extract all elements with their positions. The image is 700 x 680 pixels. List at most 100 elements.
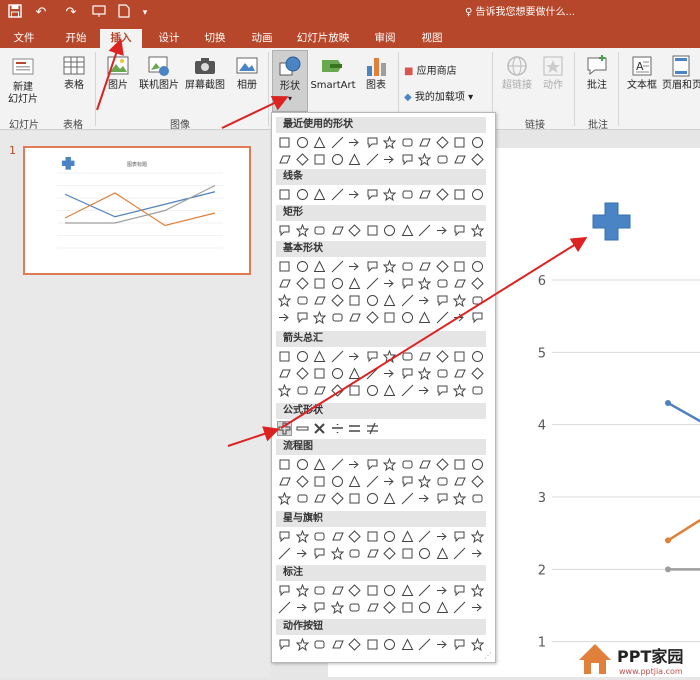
- shape-option[interactable]: [471, 350, 484, 363]
- tab-7[interactable]: 审阅: [366, 29, 404, 48]
- shape-option[interactable]: [295, 367, 309, 380]
- shape-option[interactable]: [278, 530, 291, 543]
- shape-option[interactable]: [295, 277, 309, 290]
- shape-option[interactable]: [366, 492, 379, 505]
- shape-option[interactable]: [296, 601, 309, 614]
- shape-option[interactable]: [296, 384, 309, 397]
- tab-3[interactable]: 设计: [150, 29, 188, 48]
- present-icon[interactable]: [90, 4, 108, 22]
- comment-button[interactable]: 批注: [582, 54, 612, 92]
- shape-option[interactable]: [436, 601, 449, 614]
- shapes-button[interactable]: 形状 ▾: [272, 50, 308, 112]
- shape-option[interactable]: [366, 188, 379, 201]
- shape-option[interactable]: [435, 136, 449, 149]
- shape-option[interactable]: [436, 224, 449, 237]
- shape-option[interactable]: [331, 367, 344, 380]
- shape-option[interactable]: [453, 350, 466, 363]
- shape-option[interactable]: [401, 601, 414, 614]
- shape-option[interactable]: [401, 638, 414, 651]
- shape-option[interactable]: [313, 350, 326, 363]
- series-line-0[interactable]: [667, 389, 700, 534]
- shape-option[interactable]: [436, 384, 449, 397]
- plus-shape-option[interactable]: [277, 421, 292, 436]
- shape-option[interactable]: [278, 260, 291, 273]
- shape-option[interactable]: [418, 136, 431, 149]
- equation-shape[interactable]: [348, 422, 361, 435]
- series-2-point-0[interactable]: [665, 566, 671, 573]
- tab-8[interactable]: 视图: [413, 29, 451, 48]
- shape-option[interactable]: [348, 601, 361, 614]
- shape-option[interactable]: [348, 153, 361, 166]
- shape-option[interactable]: [453, 547, 466, 560]
- customize-icon[interactable]: ▾: [136, 4, 154, 22]
- shape-option[interactable]: [383, 638, 396, 651]
- shape-option[interactable]: [401, 260, 414, 273]
- shape-option[interactable]: [453, 294, 466, 307]
- shape-option[interactable]: [313, 384, 326, 397]
- shape-option[interactable]: [348, 188, 361, 201]
- shape-option[interactable]: [278, 350, 291, 363]
- shape-option[interactable]: [348, 547, 361, 560]
- picture-button[interactable]: 图片: [104, 54, 132, 92]
- shape-option[interactable]: [331, 311, 344, 324]
- save-icon[interactable]: [6, 4, 24, 22]
- shape-option[interactable]: [383, 458, 396, 471]
- shape-option[interactable]: [453, 475, 466, 488]
- shape-option[interactable]: [453, 136, 466, 149]
- shape-option[interactable]: [436, 294, 449, 307]
- header-footer-button[interactable]: 页眉和页: [662, 54, 700, 92]
- shape-option[interactable]: [418, 475, 431, 488]
- shape-option[interactable]: [401, 136, 414, 149]
- shape-option[interactable]: [331, 530, 344, 543]
- shape-option[interactable]: [383, 350, 396, 363]
- redo-icon[interactable]: ↷: [62, 4, 80, 22]
- shape-option[interactable]: [330, 547, 344, 560]
- shape-option[interactable]: [471, 458, 484, 471]
- shape-option[interactable]: [366, 530, 379, 543]
- shape-option[interactable]: [436, 475, 449, 488]
- shape-option[interactable]: [348, 384, 361, 397]
- shape-option[interactable]: [383, 224, 396, 237]
- shape-option[interactable]: [436, 153, 449, 166]
- shape-option[interactable]: [278, 311, 291, 324]
- shape-option[interactable]: [435, 350, 449, 363]
- shape-option[interactable]: [453, 367, 466, 380]
- shape-option[interactable]: [453, 584, 466, 597]
- tab-5[interactable]: 动画: [243, 29, 281, 48]
- shape-option[interactable]: [453, 601, 466, 614]
- series-line-1[interactable]: [667, 396, 700, 584]
- shape-option[interactable]: [296, 547, 309, 560]
- shape-option[interactable]: [366, 153, 379, 166]
- tab-4[interactable]: 切换: [196, 29, 234, 48]
- shape-option[interactable]: [436, 367, 449, 380]
- shape-option[interactable]: [365, 311, 379, 324]
- shape-option[interactable]: [401, 547, 414, 560]
- shape-option[interactable]: [278, 638, 291, 651]
- shape-option[interactable]: [453, 153, 466, 166]
- slide-thumbnail[interactable]: 图表标题: [23, 146, 251, 275]
- shape-option[interactable]: [453, 277, 466, 290]
- shape-option[interactable]: [278, 136, 291, 149]
- shape-option[interactable]: [418, 260, 431, 273]
- shape-option[interactable]: [366, 547, 379, 560]
- shape-option[interactable]: [471, 260, 484, 273]
- shape-option[interactable]: [296, 350, 309, 363]
- shape-option[interactable]: [366, 224, 379, 237]
- tab-0[interactable]: 文件: [6, 29, 42, 48]
- shape-option[interactable]: [331, 224, 344, 237]
- store-button[interactable]: ■ 应用商店: [404, 62, 457, 77]
- series-1-point-0[interactable]: [665, 537, 671, 544]
- shape-option[interactable]: [383, 260, 396, 273]
- shape-option[interactable]: [453, 224, 466, 237]
- shape-option[interactable]: [331, 584, 344, 597]
- shape-option[interactable]: [401, 458, 414, 471]
- shape-option[interactable]: [436, 584, 449, 597]
- shape-option[interactable]: [436, 638, 449, 651]
- shape-option[interactable]: [453, 311, 466, 324]
- shape-option[interactable]: [383, 188, 396, 201]
- undo-icon[interactable]: ↶: [32, 4, 50, 22]
- shape-option[interactable]: [418, 350, 431, 363]
- shape-option[interactable]: [471, 294, 484, 307]
- shape-option[interactable]: [471, 492, 484, 505]
- shape-option[interactable]: [313, 136, 326, 149]
